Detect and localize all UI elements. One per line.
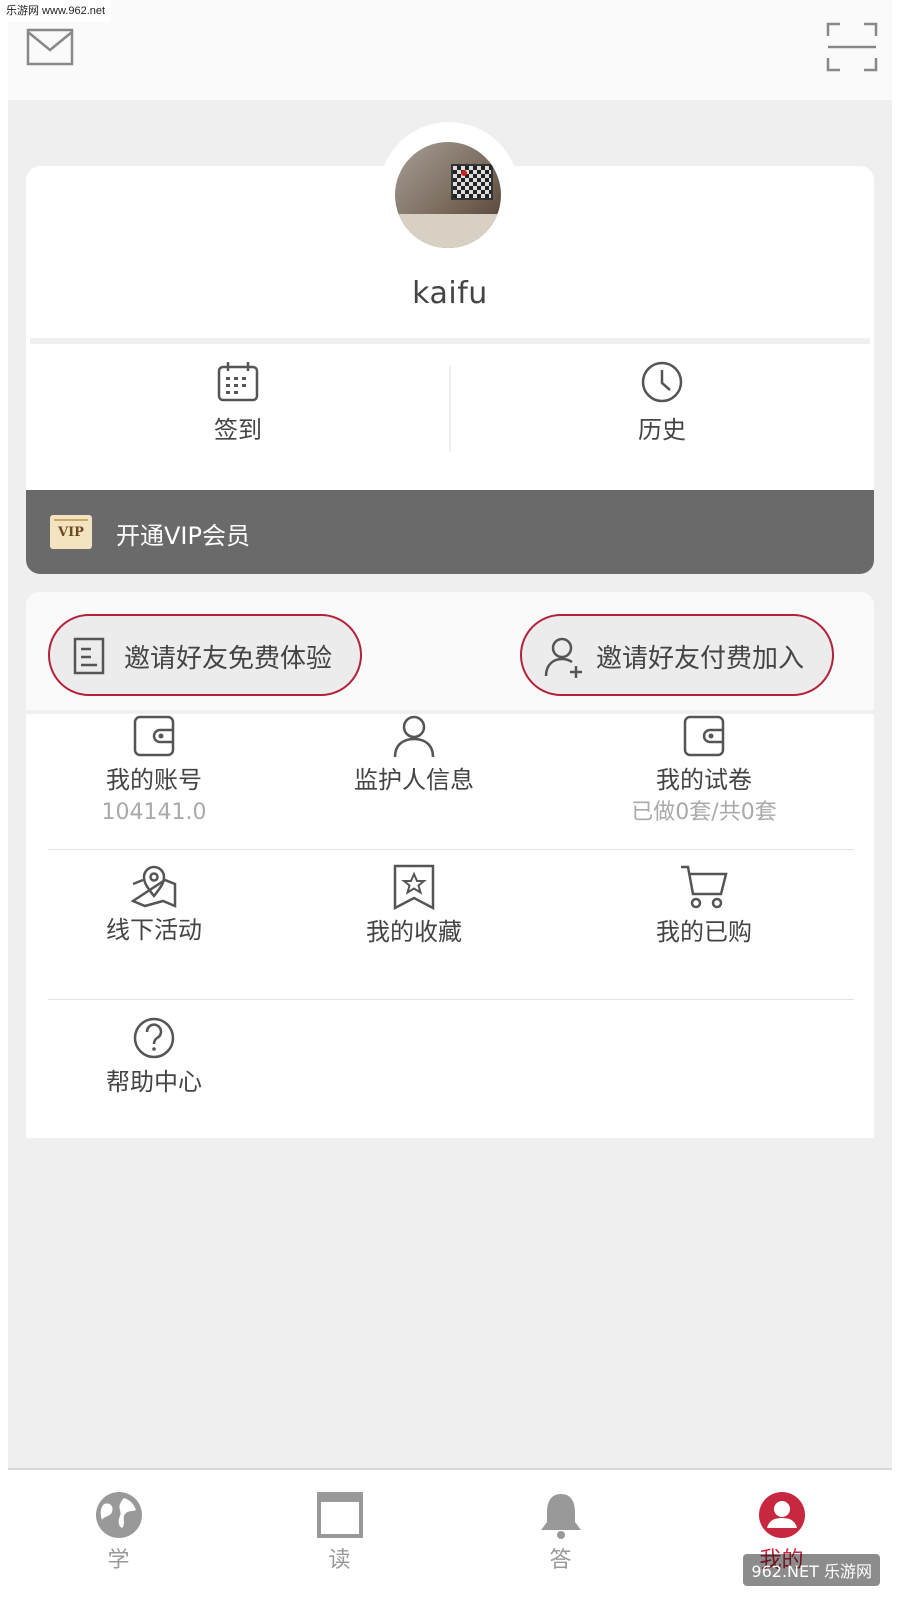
menu-item-label: 监护人信息 xyxy=(354,766,474,794)
scan-icon[interactable] xyxy=(826,22,878,72)
avatar-ring xyxy=(379,122,519,262)
checkin-label: 签到 xyxy=(214,416,262,444)
tab-learn[interactable]: 学 xyxy=(8,1490,229,1574)
username: kaifu xyxy=(412,276,488,311)
history-label: 历史 xyxy=(638,416,686,444)
wallet-icon xyxy=(133,715,175,757)
menu-item-offline-events[interactable]: 线下活动 xyxy=(34,864,274,946)
top-bar xyxy=(8,0,892,100)
bell-icon xyxy=(540,1494,581,1539)
menu-item-label: 线下活动 xyxy=(106,916,202,944)
cart-icon xyxy=(681,865,728,909)
avatar-photo-dot xyxy=(461,170,467,176)
globe-icon xyxy=(95,1492,142,1538)
tab-answer[interactable]: 答 xyxy=(450,1490,671,1574)
clock-icon xyxy=(641,361,683,403)
invite-free-label: 邀请好友免费体验 xyxy=(124,644,333,674)
tab-read[interactable]: 读 xyxy=(229,1490,450,1574)
menu-item-purchased[interactable]: 我的已购 xyxy=(584,864,824,948)
mail-icon[interactable] xyxy=(26,28,74,66)
add-user-icon xyxy=(544,637,582,678)
calendar-icon xyxy=(217,362,259,402)
menu-item-label: 我的试卷 xyxy=(656,766,752,794)
tab-label: 学 xyxy=(107,1548,130,1573)
document-icon xyxy=(73,637,105,675)
invite-paid-label: 邀请好友付费加入 xyxy=(596,644,805,674)
history-button[interactable]: 历史 xyxy=(450,348,874,458)
bookmark-star-icon xyxy=(393,864,435,910)
app-screen: kaifu 签到 历史 VIP 开通VIP会员 邀请好友免费体验 邀请好友付费加… xyxy=(8,0,892,1600)
tab-label: 答 xyxy=(549,1548,572,1573)
menu-card: 邀请好友免费体验 邀请好友付费加入 我的账号 104141.0 监护人信息 我的… xyxy=(26,592,874,1138)
avatar[interactable] xyxy=(395,142,501,248)
divider xyxy=(30,338,870,344)
checkin-button[interactable]: 签到 xyxy=(26,348,450,458)
menu-item-my-papers[interactable]: 我的试卷 已做0套/共0套 xyxy=(584,714,824,830)
tab-label: 读 xyxy=(328,1548,351,1573)
map-pin-icon xyxy=(131,865,177,908)
menu-item-my-account[interactable]: 我的账号 104141.0 xyxy=(34,714,274,830)
vip-label: 开通VIP会员 xyxy=(116,522,250,550)
vip-badge-text: VIP xyxy=(58,525,84,540)
invite-free-button[interactable]: 邀请好友免费体验 xyxy=(48,614,362,696)
invite-strip: 邀请好友免费体验 邀请好友付费加入 xyxy=(26,592,874,712)
vip-banner[interactable]: VIP 开通VIP会员 xyxy=(26,490,874,574)
question-icon xyxy=(133,1017,175,1059)
wallet-icon xyxy=(683,715,725,757)
profile-card: kaifu 签到 历史 VIP 开通VIP会员 xyxy=(26,122,874,574)
window-icon xyxy=(316,1492,363,1538)
watermark-text: 乐游网 www.962.net xyxy=(0,0,112,22)
person-icon xyxy=(393,715,435,758)
divider xyxy=(48,999,854,1000)
menu-item-label: 我的已购 xyxy=(656,918,752,946)
account-number: 104141.0 xyxy=(101,800,207,825)
invite-paid-button[interactable]: 邀请好友付费加入 xyxy=(520,614,834,696)
menu-item-help-center[interactable]: 帮助中心 xyxy=(34,1016,274,1098)
papers-progress: 已做0套/共0套 xyxy=(631,800,777,825)
menu-item-guardian-info[interactable]: 监护人信息 xyxy=(294,714,534,796)
vip-badge-icon: VIP xyxy=(50,515,92,549)
menu-item-label: 我的账号 xyxy=(106,766,202,794)
menu-item-label: 帮助中心 xyxy=(106,1068,202,1096)
menu-item-label: 我的收藏 xyxy=(366,918,462,946)
divider xyxy=(48,849,854,850)
avatar-photo-floor xyxy=(395,214,501,248)
watermark-logo: 962.NET 乐游网 xyxy=(743,1554,880,1586)
menu-item-favorites[interactable]: 我的收藏 xyxy=(294,864,534,948)
user-circle-icon xyxy=(758,1492,805,1538)
avatar-photo-tv xyxy=(451,164,493,200)
